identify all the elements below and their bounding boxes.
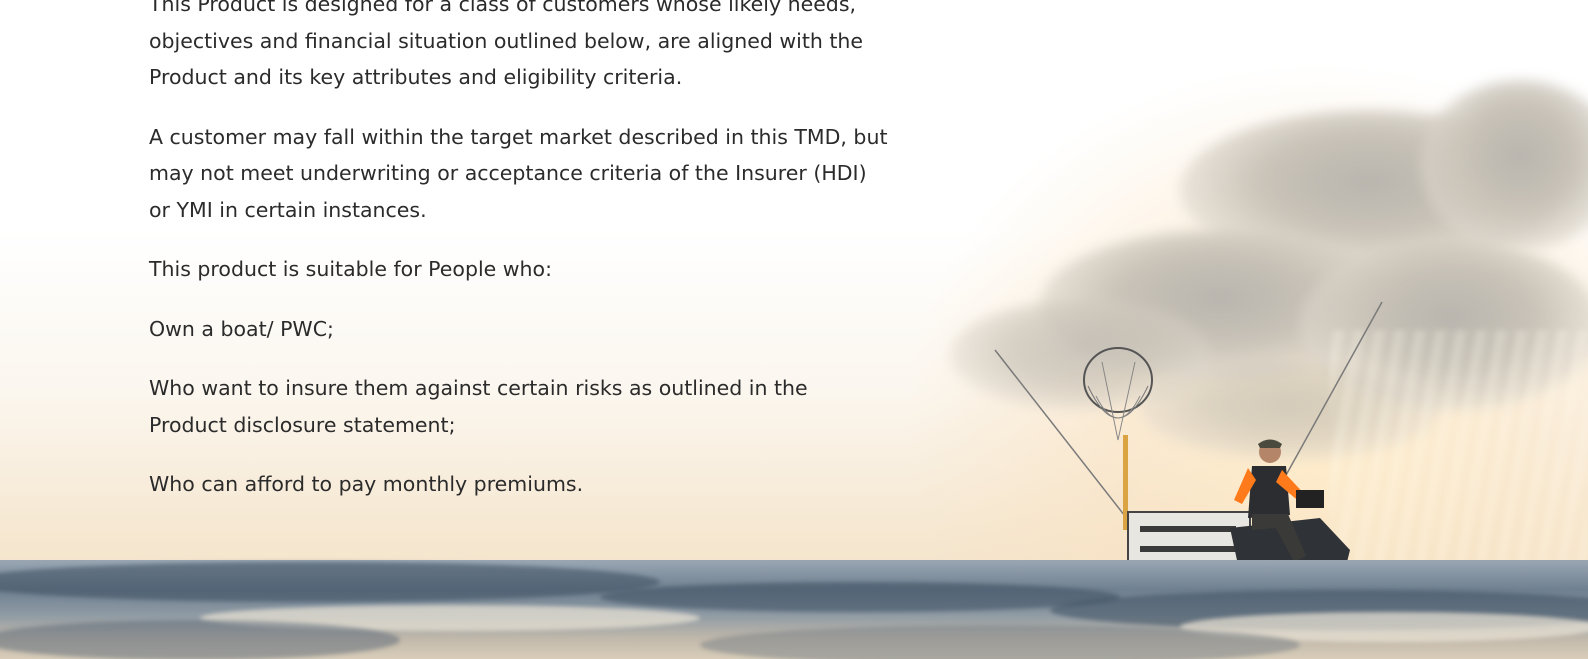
eligibility-paragraph: A customer may fall within the target ma… — [149, 124, 888, 222]
criteria-afford-premiums: Who can afford to pay monthly premiums. — [149, 472, 584, 496]
criteria-insure-risks: Who want to insure them against certain … — [149, 376, 808, 437]
jet-ski-illustration — [994, 301, 1383, 593]
wave — [600, 582, 1120, 612]
suitability-heading: This product is suitable for People who: — [149, 257, 553, 281]
wave — [0, 620, 400, 659]
wave — [700, 625, 1300, 659]
tmd-target-market-text: This Product is designed for a class of … — [149, 0, 889, 526]
intro-paragraph: This Product is designed for a class of … — [149, 0, 864, 89]
criteria-own-boat: Own a boat/ PWC; — [149, 316, 334, 341]
hero-section: This Product is designed for a class of … — [0, 0, 1588, 659]
